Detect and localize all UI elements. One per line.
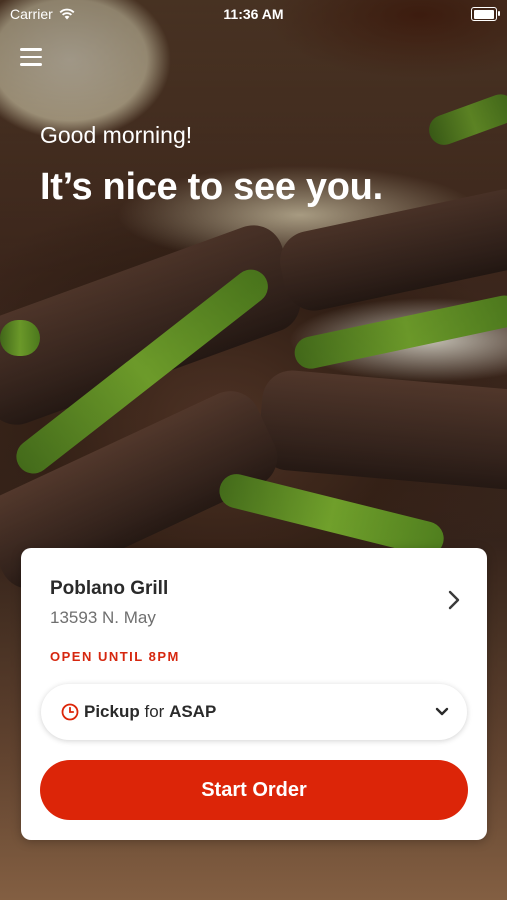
start-order-button[interactable]: Start Order [40,760,468,820]
pickup-label: Pickup for ASAP [84,702,216,722]
chevron-down-icon [435,707,449,716]
hamburger-menu-icon[interactable] [20,48,42,66]
status-bar: Carrier 11:36 AM [0,0,507,28]
battery-icon [471,7,500,21]
status-time: 11:36 AM [223,6,284,22]
open-status-badge: OPEN UNTIL 8PM [50,649,180,664]
clock-icon [61,703,79,721]
store-address: 13593 N. May [50,608,156,627]
pickup-time-selector[interactable]: Pickup for ASAP [41,684,467,740]
pickup-mode: Pickup [84,702,140,721]
chevron-right-icon[interactable] [447,589,461,611]
greeting-text: Good morning! [40,122,193,148]
pickup-connector: for [144,702,165,721]
store-name[interactable]: Poblano Grill [50,578,168,600]
store-card: Poblano Grill 13593 N. May OPEN UNTIL 8P… [21,548,487,840]
page-headline: It’s nice to see you. [40,166,383,208]
pickup-time: ASAP [169,702,217,721]
